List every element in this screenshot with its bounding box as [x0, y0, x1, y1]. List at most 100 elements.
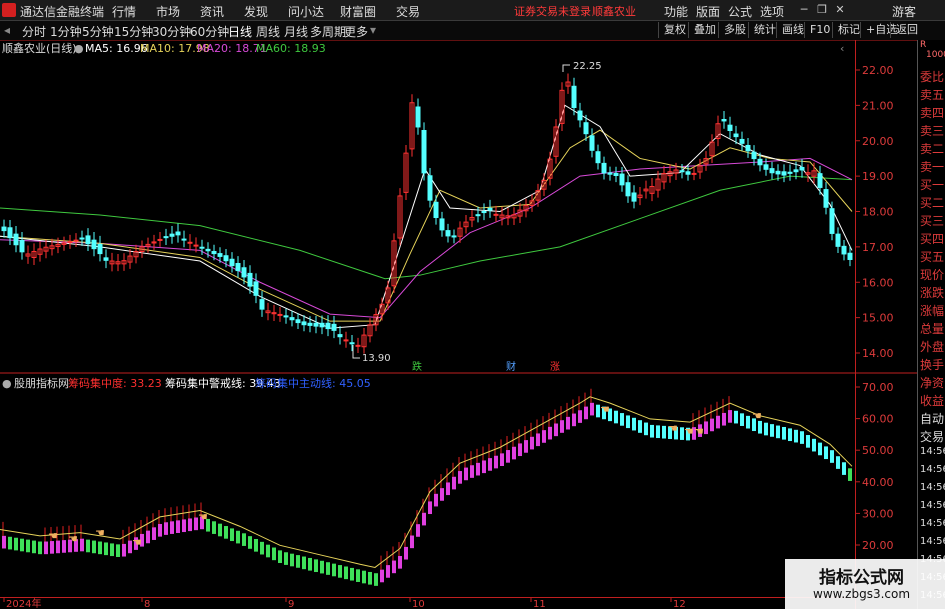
price-tick-label: 19.00 [862, 170, 894, 183]
signal-marker-icon[interactable]: ☚ [48, 530, 58, 543]
event-marker-rise[interactable]: 涨 [550, 361, 560, 373]
f10-button[interactable]: F10 [804, 22, 830, 38]
stock-chart[interactable]: 22.00 21.00 20.00 19.00 18.00 17.00 16.00 15.00… [0, 40, 945, 609]
indicator-bar [506, 450, 510, 463]
indicator-bar [302, 556, 306, 570]
indicator-title: 股朋指标网 [14, 376, 69, 390]
tab-60min[interactable]: 60分钟 [190, 23, 229, 40]
menu-item-discover[interactable]: 发现 [244, 3, 268, 20]
candle-body [625, 182, 631, 197]
candle-body [187, 241, 193, 244]
indicator-tick-label: 20.00 [862, 539, 894, 552]
menu-item-formula[interactable]: 公式 [728, 3, 752, 20]
candle-body [253, 281, 259, 296]
indicator-bar [524, 440, 528, 453]
candle-body [787, 171, 793, 174]
candle-body [199, 246, 205, 249]
tab-30min[interactable]: 30分钟 [152, 23, 191, 40]
event-marker-fall[interactable]: 跌 [412, 360, 422, 373]
candle-body [583, 122, 589, 135]
side-item-15: 外盘 [920, 340, 945, 354]
tab-15min[interactable]: 15分钟 [114, 23, 153, 40]
event-marker-finance[interactable]: 财 [506, 360, 516, 373]
candle-body [235, 263, 241, 272]
statistics-button[interactable]: 统计 [748, 22, 776, 38]
menu-item-function[interactable]: 功能 [664, 3, 688, 20]
tab-more[interactable]: 更多 [344, 23, 368, 40]
multi-stock-button[interactable]: 多股 [718, 22, 746, 38]
menu-item-market[interactable]: 市场 [156, 3, 180, 20]
candle-body [247, 272, 253, 287]
indicator-bar [830, 450, 834, 463]
signal-marker-icon[interactable]: ☚ [694, 425, 704, 438]
candle-body [97, 243, 103, 255]
menu-item-wealth[interactable]: 财富圈 [340, 3, 376, 20]
signal-marker-icon[interactable]: ☚ [68, 533, 78, 546]
back-button[interactable]: 返回 [890, 22, 918, 38]
candle-body [163, 236, 169, 239]
signal-marker-icon[interactable]: ☚ [198, 511, 208, 524]
menu-item-trade[interactable]: 交易 [396, 3, 420, 20]
login-warning[interactable]: 证券交易未登录 [514, 3, 591, 19]
indicator-settings-icon[interactable]: ● [2, 377, 12, 390]
indicator-bar [284, 552, 288, 565]
tab-5min[interactable]: 5分钟 [82, 23, 114, 40]
tab-monthly[interactable]: 月线 [284, 23, 308, 40]
indicator-bar [440, 488, 444, 501]
quote-side-panel: R 1000 委比卖五卖四卖三卖二卖一买一买二买三买四买五现价涨跌涨幅总量外盘换… [917, 40, 945, 609]
indicator-bar [92, 540, 96, 554]
side-item-6: 买一 [920, 178, 945, 192]
indicator-bar [794, 429, 798, 443]
indicator-bar [278, 550, 282, 564]
more-dropdown-icon[interactable]: ▾ [370, 23, 376, 37]
indicator-bar [722, 412, 726, 426]
indicator-bar [824, 446, 828, 460]
signal-marker-icon[interactable]: ☚ [668, 422, 678, 435]
indicator-bar [644, 422, 648, 436]
candle-body [181, 238, 187, 241]
restore-icon[interactable]: ❐ [814, 2, 830, 17]
indicator-bar [512, 446, 516, 460]
indicator-bar [740, 413, 744, 426]
menu-item-news[interactable]: 资讯 [200, 3, 224, 20]
tab-1min[interactable]: 1分钟 [50, 23, 82, 40]
indicator-bar [488, 458, 492, 471]
menu-item-quotes[interactable]: 行情 [112, 3, 136, 20]
tab-multi-period[interactable]: 多周期 [310, 23, 346, 40]
tab-weekly[interactable]: 周线 [256, 23, 280, 40]
signal-marker-icon[interactable]: ☚ [752, 409, 762, 422]
side-item-16: 换手 [920, 358, 945, 372]
tab-daily[interactable]: 日线 [228, 23, 252, 40]
draw-line-button[interactable]: 画线 [776, 22, 804, 38]
indicator-bar [584, 406, 588, 420]
indicator-bar [98, 541, 102, 555]
indicator-bar [836, 456, 840, 469]
user-label[interactable]: 游客 [892, 3, 916, 20]
indicator-bar [32, 540, 36, 554]
signal-marker-icon[interactable]: ☚ [95, 526, 105, 539]
tab-scroll-left-icon[interactable]: ◂ [4, 23, 10, 37]
adjust-button[interactable]: 复权 [658, 22, 686, 38]
date-tick-label: 12 [673, 599, 686, 609]
indicator-bar [110, 543, 114, 557]
side-item-20: 交易 [920, 430, 945, 444]
indicator-bar [458, 471, 462, 484]
mark-button[interactable]: 标记 [832, 22, 860, 38]
signal-marker-icon[interactable]: ☚ [684, 425, 694, 438]
ma-settings-icon[interactable]: ● [74, 42, 84, 55]
indicator-bar [368, 571, 372, 585]
menu-item-ask[interactable]: 问小达 [288, 3, 324, 20]
minimize-icon[interactable]: ─ [796, 2, 812, 17]
indicator-bar [380, 569, 384, 583]
overlay-button[interactable]: 叠加 [688, 22, 716, 38]
signal-marker-icon[interactable]: ☚ [132, 536, 142, 549]
indicator-tick-label: 30.00 [862, 507, 894, 520]
indicator-bar [104, 542, 108, 556]
close-icon[interactable]: ✕ [832, 2, 848, 17]
tab-intraday[interactable]: 分时 [22, 23, 46, 40]
signal-marker-icon[interactable]: ☚ [600, 403, 610, 416]
indicator-bar [8, 536, 12, 550]
menu-item-layout[interactable]: 版面 [696, 3, 720, 20]
chart-collapse-icon[interactable]: ‹ [840, 42, 844, 55]
menu-item-options[interactable]: 选项 [760, 3, 784, 20]
